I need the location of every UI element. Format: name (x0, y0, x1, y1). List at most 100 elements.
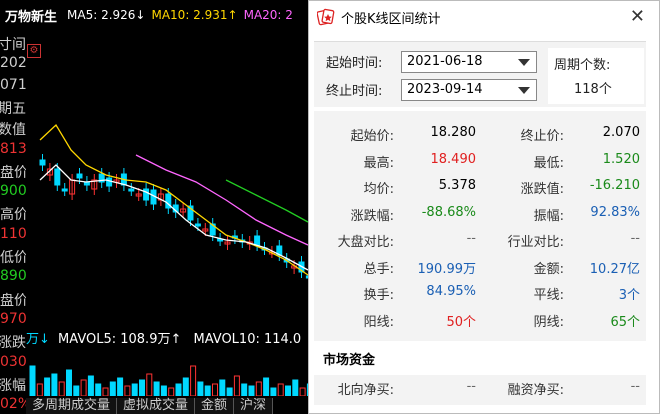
quote-info-label: 寸间 (0, 37, 26, 53)
candlestick-chart[interactable] (26, 30, 316, 330)
volume-bar (285, 385, 291, 396)
stat-label: 总手: (363, 261, 394, 277)
stats-row: 大盘对比: -- 行业对比: -- (314, 231, 646, 255)
quote-info-label: 收盘价 (0, 292, 26, 309)
volume-bar (80, 379, 87, 396)
quote-info-label: 开盘价 (0, 164, 26, 181)
end-date-select[interactable]: 2023-09-14 (401, 79, 537, 101)
stats-row: 最高: 18.490 最低: 1.520 (314, 152, 646, 176)
volume-bar (139, 379, 145, 396)
indicator-tab[interactable]: 多周期成交量 (26, 398, 118, 414)
volume-bar (29, 365, 36, 396)
volume-bar (226, 387, 233, 396)
quote-info-label: 最高价 (0, 207, 26, 224)
volume-bar (292, 379, 299, 396)
stat-label: 行业对比: (507, 235, 564, 250)
start-date-value: 2021-06-18 (407, 54, 483, 69)
candle (61, 188, 68, 192)
volume-bar (212, 383, 218, 396)
candle (143, 188, 150, 201)
volume-bar (219, 379, 226, 396)
stat-value: 50个 (446, 314, 476, 330)
stats-table: 起始价: 18.280 终止价: 2.070 最高: 18.490 最低: 1.520 均价: 5… (314, 111, 646, 341)
volume-bar (131, 383, 138, 396)
stat-label: 涨跌幅: (350, 208, 394, 224)
stat-label: 阳线: (363, 314, 394, 330)
volume-bar (168, 387, 175, 396)
north-buy-value: -- (466, 379, 476, 394)
volume-bar (73, 385, 80, 396)
start-date-select[interactable]: 2021-06-18 (401, 51, 537, 73)
start-time-label: 起始时间: (326, 56, 383, 71)
chart-header: 万物新生 MA5: 2.926↓ MA10: 2.931↑ MA20: 2 (0, 0, 310, 30)
volume-bar (153, 381, 160, 396)
period-count-value: 118个 (574, 82, 612, 97)
stat-label: 阴线: (533, 314, 564, 330)
ma20-label: MA20: 2 (243, 8, 293, 22)
stats-row: 涨跌幅: -88.68% 振幅: 92.83% (314, 205, 646, 229)
indicator-tab[interactable]: 虚拟成交量 (117, 398, 196, 414)
chevron-down-icon[interactable] (518, 59, 530, 66)
indicator-tab[interactable]: 金额 (195, 398, 235, 414)
volume-bar (175, 383, 182, 396)
candle (194, 223, 201, 227)
chevron-down-icon[interactable] (518, 87, 530, 94)
volume-bar (160, 385, 167, 396)
volume-chart (29, 365, 313, 396)
stats-row: 换手: 84.95% 平线: 3个 (314, 284, 646, 308)
margin-buy-label: 融资净买: (507, 383, 564, 398)
quote-info-label: 900 (0, 183, 26, 200)
stat-value: 190.99万 (417, 261, 477, 277)
volume-bar (95, 383, 102, 396)
indicator-tabs: 多周期成交量 虚拟成交量 金额 沪深 (26, 398, 316, 414)
candle (128, 188, 135, 192)
volume-bar (44, 377, 51, 396)
app-logo-icon (316, 8, 335, 26)
stat-label: 振幅: (533, 208, 564, 224)
volume-bar (270, 387, 277, 396)
volume-bar (299, 387, 306, 396)
candle (39, 159, 46, 166)
stock-name: 万物新生 (5, 9, 58, 25)
volume-bar (117, 377, 124, 396)
dialog-titlebar[interactable]: 个股K线区间统计 ✕ (309, 1, 659, 33)
close-icon[interactable]: ✕ (630, 6, 645, 27)
mavol10-label: MAVOL10: 114.0 (193, 332, 302, 347)
period-count-label: 周期个数: (554, 58, 611, 73)
volume-bar (255, 381, 262, 396)
ma60-line (225, 179, 309, 223)
stat-value: 65个 (610, 314, 640, 330)
stat-value: 10.27亿 (589, 261, 640, 277)
ma5-line (39, 164, 309, 271)
market-funds-row: 北向净买: -- 融资净买: -- (314, 375, 646, 405)
quote-info-strip: 寸间 2023 0714 期五数值813 开盘价 900 最高价110 最低价 890 收盘价97… (0, 30, 26, 414)
candle (254, 235, 261, 246)
quote-info-label: 数值 (0, 122, 26, 139)
end-time-label: 终止时间: (326, 84, 383, 99)
stat-label: 最高: (363, 155, 394, 171)
quote-info-label: 110 (0, 225, 26, 242)
quote-info-label: 涨幅 (0, 377, 26, 394)
margin-buy-value: -- (630, 379, 640, 394)
volume-bar (51, 373, 58, 396)
north-buy-label: 北向净买: (337, 383, 394, 398)
volume-prefix: 万↓ (26, 332, 50, 347)
volume-bar (124, 385, 131, 396)
stat-value: 1.520 (602, 151, 640, 167)
quote-info-label: 最低价 (0, 250, 26, 266)
indicator-tab[interactable]: 沪深 (234, 398, 274, 414)
stat-label: 最低: (533, 155, 564, 171)
quote-info-label: 涨跌 (0, 335, 26, 352)
dialog-title: 个股K线区间统计 (341, 11, 441, 27)
quote-info-label: 030 (0, 353, 26, 370)
stat-value: -16.210 (589, 178, 640, 193)
quote-info-label: 970 (0, 310, 26, 327)
volume-bar (248, 385, 255, 396)
volume-bar (109, 381, 116, 396)
market-funds-heading: 市场资金 (323, 353, 376, 368)
volume-bar (102, 387, 109, 396)
stat-label: 终止价: (520, 129, 564, 144)
volume-bar (190, 365, 197, 396)
stat-value: 5.378 (438, 178, 476, 193)
volume-bar (36, 383, 43, 396)
